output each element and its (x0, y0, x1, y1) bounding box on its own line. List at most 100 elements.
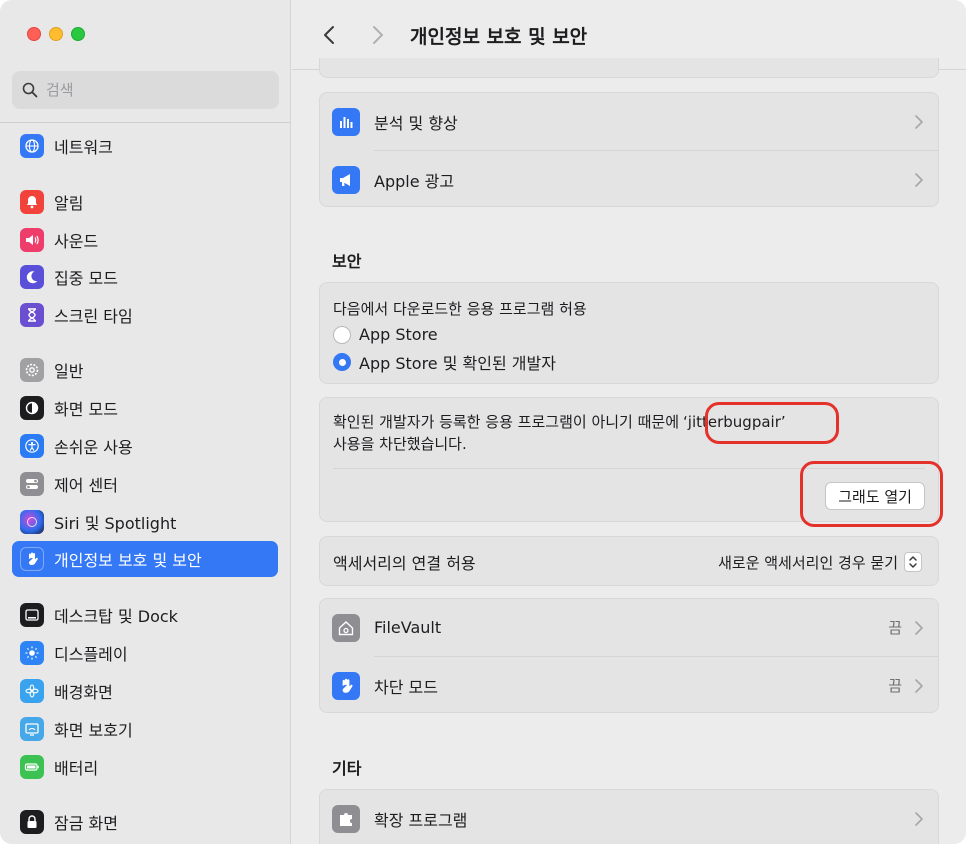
sidebar-item-wallpaper[interactable]: 배경화면 (12, 673, 278, 709)
sidebar-item-label: 집중 모드 (54, 269, 118, 288)
radio-app-store[interactable]: App Store (333, 325, 438, 344)
sidebar-item-label: 배터리 (54, 759, 99, 778)
accessory-label: 액세서리의 연결 허용 (333, 554, 476, 573)
sidebar-item-sound[interactable]: 사운드 (12, 222, 278, 258)
page-title: 개인정보 보호 및 보안 (410, 26, 588, 48)
download-label: 다음에서 다운로드한 응용 프로그램 허용 (333, 300, 587, 318)
chart-icon (332, 107, 360, 136)
sidebar-item-label: 알림 (54, 194, 84, 213)
radio-app-store-identified[interactable]: App Store 및 확인된 개발자 (333, 350, 556, 374)
accessory-card: 액세서리의 연결 허용 새로운 액세서리인 경우 묻기 (319, 536, 939, 586)
lockdown-value: 끔 (888, 677, 902, 695)
sidebar-item-label: 손쉬운 사용 (54, 438, 133, 457)
siri-icon (20, 510, 44, 534)
accessory-row: 액세서리의 연결 허용 새로운 액세서리인 경우 묻기 (320, 537, 938, 587)
sidebar-item-label: 화면 보호기 (54, 721, 133, 740)
filevault-row[interactable]: FileVault 끔 (320, 599, 938, 656)
sidebar-item-general[interactable]: 일반 (12, 352, 278, 388)
lock-icon (20, 810, 44, 834)
accessory-popup[interactable]: 새로운 액세서리인 경우 묻기 (718, 552, 922, 573)
search-field[interactable] (12, 71, 279, 109)
sidebar-item-focus[interactable]: 집중 모드 (12, 259, 278, 295)
sidebar-item-network[interactable]: 네트워크 (12, 128, 278, 164)
sidebar-item-siri[interactable]: Siri 및 Spotlight (12, 504, 278, 540)
close-button[interactable] (27, 27, 41, 41)
previous-card (319, 58, 939, 78)
blocked-message-line1: 확인된 개발자가 등록한 응용 프로그램이 아니기 때문에 (333, 413, 680, 431)
radio-button-selected[interactable] (333, 353, 351, 371)
sidebar-item-label: 스크린 타임 (54, 307, 133, 326)
search-icon (22, 82, 38, 98)
sidebar-item-desktop-dock[interactable]: 데스크탑 및 Dock (12, 597, 278, 633)
sidebar-item-battery[interactable]: 배터리 (12, 749, 278, 785)
sidebar-divider (0, 122, 291, 123)
hand-icon (332, 671, 360, 700)
sidebar-item-privacy-security[interactable]: 개인정보 보호 및 보안 (12, 541, 278, 577)
chevron-updown-icon (904, 552, 922, 572)
extensions-card: 확장 프로그램 (319, 789, 939, 844)
content-pane: 개인정보 보호 및 보안 분석 및 향상 Apple 광고 보안 다음에서 다운… (292, 0, 966, 844)
sidebar-item-label: Siri 및 Spotlight (54, 514, 177, 533)
lockdown-label: 차단 모드 (374, 677, 438, 697)
toggles-icon (20, 472, 44, 496)
lockdown-row[interactable]: 차단 모드 끔 (320, 657, 938, 714)
sidebar-item-screen-time[interactable]: 스크린 타임 (12, 297, 278, 333)
sidebar-item-label: 데스크탑 및 Dock (54, 607, 178, 626)
sidebar-item-lock-screen[interactable]: 잠금 화면 (12, 804, 278, 840)
screensaver-icon (20, 717, 44, 741)
apple-ads-row[interactable]: Apple 광고 (320, 151, 938, 208)
radio-label: App Store 및 확인된 개발자 (359, 354, 556, 373)
analytics-label: 분석 및 향상 (374, 113, 458, 133)
sidebar-item-appearance[interactable]: 화면 모드 (12, 390, 278, 426)
dock-icon (20, 603, 44, 627)
chevron-right-icon (915, 172, 923, 187)
sidebar-item-label: 네트워크 (54, 138, 113, 157)
sidebar-item-displays[interactable]: 디스플레이 (12, 635, 278, 671)
radio-label: App Store (359, 325, 438, 344)
accessibility-icon (20, 434, 44, 458)
sidebar-item-notifications[interactable]: 알림 (12, 184, 278, 220)
sidebar-item-control-center[interactable]: 제어 센터 (12, 466, 278, 502)
sidebar-item-label: 배경화면 (54, 683, 113, 702)
megaphone-icon (332, 165, 360, 194)
filevault-value: 끔 (888, 619, 902, 637)
minimize-button[interactable] (49, 27, 63, 41)
radio-button[interactable] (333, 325, 351, 344)
forward-button[interactable] (363, 20, 393, 50)
sidebar-item-label: 개인정보 보호 및 보안 (54, 551, 202, 570)
house-safe-icon (332, 613, 360, 642)
gear-icon (20, 358, 44, 382)
other-section-title: 기타 (332, 759, 362, 778)
sidebar-item-label: 디스플레이 (54, 645, 128, 664)
zoom-button[interactable] (71, 27, 85, 41)
sidebar-item-label: 잠금 화면 (54, 814, 118, 833)
analytics-row[interactable]: 분석 및 향상 (320, 93, 938, 150)
back-button[interactable] (314, 20, 344, 50)
blocked-message-line2: 사용을 차단했습니다. (333, 435, 467, 453)
appearance-icon (20, 396, 44, 420)
sidebar-item-screensaver[interactable]: 화면 보호기 (12, 711, 278, 747)
sidebar-item-accessibility[interactable]: 손쉬운 사용 (12, 428, 278, 464)
filevault-label: FileVault (374, 618, 442, 637)
bell-icon (20, 190, 44, 214)
sidebar-item-label: 화면 모드 (54, 400, 118, 419)
filevault-card: FileVault 끔 차단 모드 끔 (319, 598, 939, 713)
search-input[interactable] (46, 81, 246, 99)
chevron-right-icon (915, 114, 923, 129)
extensions-row[interactable]: 확장 프로그램 (320, 790, 938, 844)
settings-window: 네트워크 알림 사운드 집중 모드 스크린 타임 (0, 0, 966, 844)
sidebar-item-label: 사운드 (54, 232, 99, 251)
puzzle-icon (332, 804, 360, 833)
sidebar-item-label: 일반 (54, 362, 84, 381)
chevron-right-icon (373, 26, 383, 44)
sidebar-item-label: 제어 센터 (54, 476, 118, 495)
sidebar: 네트워크 알림 사운드 집중 모드 스크린 타임 (0, 0, 291, 844)
annotation-highlight (705, 402, 839, 444)
annotation-highlight (800, 461, 943, 527)
chevron-right-icon (915, 811, 923, 826)
hand-icon (20, 547, 44, 571)
chevron-right-icon (915, 620, 923, 635)
download-card: 다음에서 다운로드한 응용 프로그램 허용 App Store App Stor… (319, 282, 939, 384)
extensions-label: 확장 프로그램 (374, 810, 468, 830)
window-controls (27, 27, 85, 41)
